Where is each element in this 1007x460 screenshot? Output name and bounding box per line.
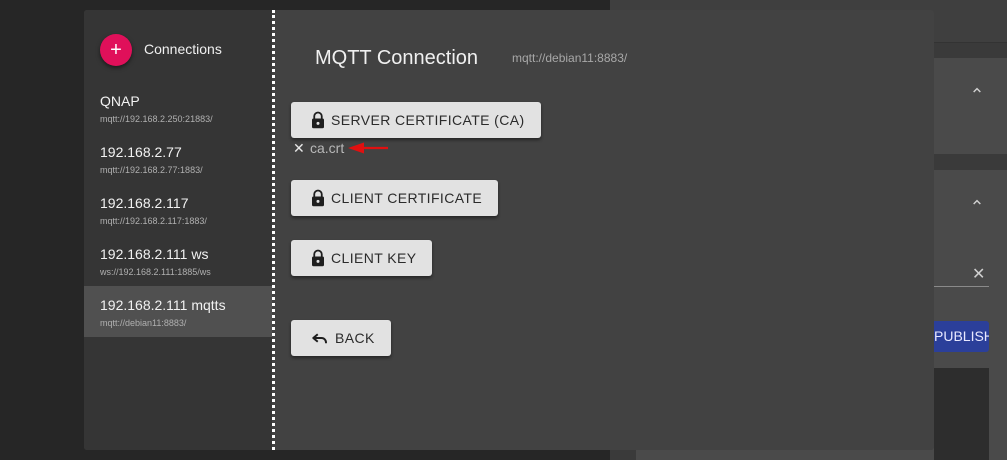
connection-name: 192.168.2.111 ws: [100, 246, 209, 262]
connection-url: ws://192.168.2.111:1885/ws: [100, 267, 211, 277]
publish-button[interactable]: PUBLISH: [934, 321, 989, 352]
plus-icon: +: [110, 39, 122, 61]
connection-dialog: + Connections QNAP mqtt://192.168.2.250:…: [84, 10, 934, 450]
back-button[interactable]: BACK: [291, 320, 391, 356]
undo-icon: [309, 329, 331, 347]
certificate-file-name: ca.crt: [310, 140, 345, 156]
connection-item[interactable]: 192.168.2.111 ws ws://192.168.2.111:1885…: [84, 235, 272, 286]
page-title: MQTT Connection: [315, 47, 479, 69]
close-icon[interactable]: ✕: [972, 264, 985, 284]
connection-name: 192.168.2.111 mqtts: [100, 297, 226, 313]
lock-icon: [309, 249, 327, 267]
connection-url: mqtt://debian11:8883/: [100, 318, 187, 328]
chevron-up-icon[interactable]: [969, 82, 985, 98]
connection-list: QNAP mqtt://192.168.2.250:21883/ 192.168…: [84, 82, 272, 337]
back-label: BACK: [335, 330, 375, 346]
connections-sidebar: + Connections QNAP mqtt://192.168.2.250:…: [84, 10, 272, 450]
server-certificate-file: ✕ ca.crt: [293, 140, 345, 157]
connection-name: 192.168.2.77: [100, 144, 182, 160]
connection-url: mqtt://192.168.2.250:21883/: [100, 114, 213, 124]
chevron-up-icon[interactable]: [969, 194, 985, 210]
server-certificate-button[interactable]: SERVER CERTIFICATE (CA): [291, 102, 541, 138]
client-certificate-label: CLIENT CERTIFICATE: [331, 190, 483, 206]
server-certificate-label: SERVER CERTIFICATE (CA): [331, 112, 525, 128]
connection-item[interactable]: 192.168.2.117 mqtt://192.168.2.117:1883/: [84, 184, 272, 235]
publish-button-label: PUBLISH: [934, 328, 989, 344]
client-key-button[interactable]: CLIENT KEY: [291, 240, 433, 276]
client-certificate-button[interactable]: CLIENT CERTIFICATE: [291, 180, 499, 216]
connection-name: 192.168.2.117: [100, 195, 189, 211]
client-key-label: CLIENT KEY: [331, 250, 417, 266]
lock-icon: [309, 189, 327, 207]
connection-url: mqtt://192.168.2.117:1883/: [100, 216, 207, 226]
annotation-arrow-icon: [348, 142, 388, 154]
lock-icon: [309, 111, 327, 129]
remove-file-icon[interactable]: ✕: [293, 140, 307, 157]
connection-url-subtitle: mqtt://debian11:8883/: [512, 51, 628, 65]
connections-title: Connections: [144, 41, 222, 57]
connection-name: QNAP: [100, 93, 140, 109]
connection-url: mqtt://192.168.2.77:1883/: [100, 165, 203, 175]
connection-item[interactable]: QNAP mqtt://192.168.2.250:21883/: [84, 82, 272, 133]
background-input-underline: [934, 286, 989, 287]
connection-settings-panel: MQTT Connection mqtt://debian11:8883/ SE…: [275, 10, 934, 450]
connection-item[interactable]: 192.168.2.77 mqtt://192.168.2.77:1883/: [84, 133, 272, 184]
background-message-area: [934, 368, 989, 460]
connection-item-selected[interactable]: 192.168.2.111 mqtts mqtt://debian11:8883…: [84, 286, 272, 337]
add-connection-button[interactable]: +: [100, 34, 132, 66]
